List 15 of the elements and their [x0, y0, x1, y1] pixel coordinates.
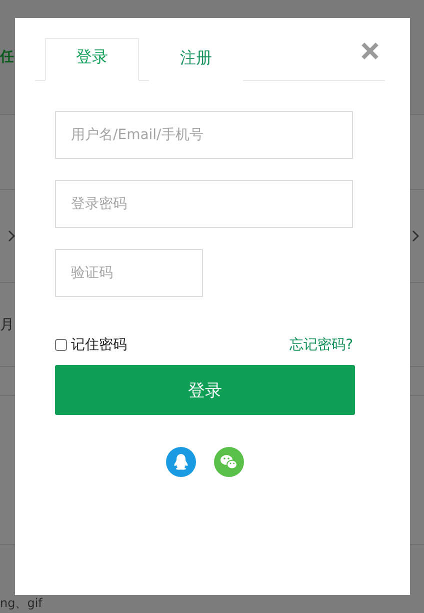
close-icon[interactable]	[361, 42, 379, 60]
input-field[interactable]: 登录密码	[55, 180, 353, 228]
login-button[interactable]: 登录	[55, 365, 355, 415]
chevron-icon	[412, 230, 420, 242]
checkbox-label: 记住密码	[71, 336, 127, 354]
checkbox[interactable]	[55, 339, 67, 351]
chevron-icon	[8, 230, 16, 242]
input-field[interactable]: 验证码	[55, 249, 203, 297]
forgot-password-link[interactable]: 忘记密码?	[290, 336, 353, 354]
page-text: ng、gif	[0, 595, 42, 612]
tab[interactable]: 登录	[45, 38, 139, 81]
penguin-icon[interactable]	[166, 447, 196, 477]
chat-bubbles-icon[interactable]	[214, 447, 244, 477]
page-text: 月	[0, 316, 14, 332]
input-field[interactable]: 用户名/Email/手机号	[55, 111, 353, 159]
